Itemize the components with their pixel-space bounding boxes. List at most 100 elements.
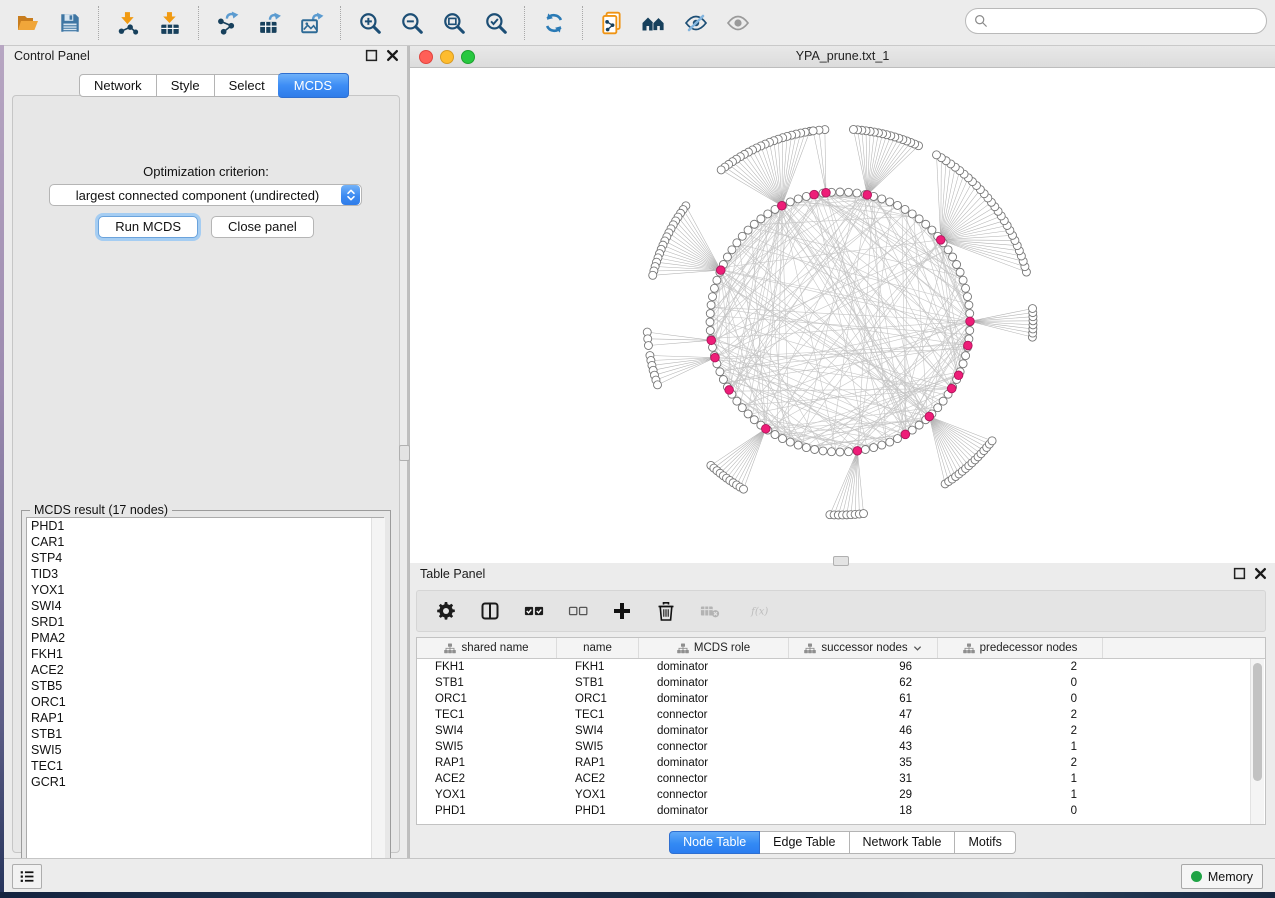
mcds-result-node[interactable]: GCR1 [27,774,383,790]
tab-edge-table[interactable]: Edge Table [760,831,849,854]
show-annotations-icon[interactable] [725,10,751,36]
mcds-result-list[interactable]: PHD1CAR1STP4TID3YOX1SWI4SRD1PMA2FKH1ACE2… [26,517,384,873]
table-cell: ORC1 [557,693,639,705]
mcds-result-node[interactable]: PHD1 [27,518,383,534]
export-table-icon[interactable] [257,10,283,36]
node-table[interactable]: shared namenameMCDS rolesuccessor nodesp… [416,637,1266,825]
float-panel-icon[interactable] [1233,567,1246,580]
column-header-predecessor-nodes[interactable]: predecessor nodes [938,638,1103,658]
column-header-name[interactable]: name [557,638,639,658]
add-column-icon[interactable] [611,600,633,622]
table-row[interactable]: YOX1YOX1connector291 [417,787,1265,803]
mcds-result-node[interactable]: SWI4 [27,598,383,614]
homes-icon[interactable] [641,10,667,36]
mcds-result-node[interactable]: CAR1 [27,534,383,550]
run-mcds-button[interactable]: Run MCDS [98,216,198,238]
mcds-result-node[interactable]: TEC1 [27,758,383,774]
table-scrollbar-thumb[interactable] [1253,663,1262,781]
vertical-splitter-handle[interactable] [399,445,410,461]
select-all-icon[interactable] [523,600,545,622]
search-box[interactable] [965,8,1267,34]
mcds-result-node[interactable]: YOX1 [27,582,383,598]
delete-column-icon[interactable] [655,600,677,622]
table-row[interactable]: TEC1TEC1connector472 [417,707,1265,723]
tab-motifs[interactable]: Motifs [955,831,1015,854]
export-image-icon[interactable] [299,10,325,36]
float-panel-icon[interactable] [365,49,378,62]
table-panel: Table Panel f(x) shared namenameMCDS rol… [409,563,1275,858]
mcds-result-node[interactable]: TID3 [27,566,383,582]
save-session-icon[interactable] [57,10,83,36]
tab-network-table[interactable]: Network Table [850,831,956,854]
table-cell: FKH1 [557,661,639,673]
table-cell: ACE2 [557,773,639,785]
mcds-result-node[interactable]: PMA2 [27,630,383,646]
tab-node-table[interactable]: Node Table [669,831,760,854]
search-icon [974,14,988,28]
tab-style[interactable]: Style [157,74,215,97]
toolbar-group [526,10,582,36]
zoom-selected-icon[interactable] [483,10,509,36]
export-network-icon[interactable] [215,10,241,36]
close-panel-icon[interactable] [386,49,399,62]
column-visibility-icon[interactable] [479,600,501,622]
mcds-result-node[interactable]: ORC1 [27,694,383,710]
table-cell: 43 [789,741,938,753]
table-row[interactable]: FKH1FKH1dominator962 [417,659,1265,675]
search-input[interactable] [993,10,1266,32]
mcds-result-node[interactable]: SRD1 [27,614,383,630]
memory-button[interactable]: Memory [1181,864,1263,889]
mcds-result-node[interactable]: STB5 [27,678,383,694]
column-header-shared-name[interactable]: shared name [417,638,557,658]
table-row[interactable]: PHD1PHD1dominator180 [417,803,1265,819]
tab-mcds[interactable]: MCDS [278,73,349,98]
mcds-result-node[interactable]: FKH1 [27,646,383,662]
table-row[interactable]: ACE2ACE2connector311 [417,771,1265,787]
column-header-successor-nodes[interactable]: successor nodes [789,638,938,658]
table-row[interactable]: STB1STB1dominator620 [417,675,1265,691]
table-scrollbar[interactable] [1250,659,1264,824]
select-stepper-icon [341,185,360,205]
zoom-out-icon[interactable] [399,10,425,36]
table-cell: 47 [789,709,938,721]
status-bar: Memory [0,858,1275,893]
table-cell: connector [639,773,789,785]
column-header-MCDS-role[interactable]: MCDS role [639,638,789,658]
mcds-list-scrollbar[interactable] [371,518,385,872]
refresh-icon[interactable] [541,10,567,36]
mcds-result-node[interactable]: STP4 [27,550,383,566]
table-row[interactable]: SWI5SWI5connector431 [417,739,1265,755]
tab-network[interactable]: Network [79,74,157,97]
mcds-result-node[interactable]: ACE2 [27,662,383,678]
table-row[interactable]: ORC1ORC1dominator610 [417,691,1265,707]
close-panel-button[interactable]: Close panel [211,216,314,238]
toolbar-group [200,10,340,36]
control-panel-tabs: NetworkStyleSelectMCDS [79,74,347,95]
mcds-result-node[interactable]: SWI5 [27,742,383,758]
table-row[interactable]: SWI4SWI4dominator462 [417,723,1265,739]
mcds-result-node[interactable]: RAP1 [27,710,383,726]
network-canvas[interactable] [410,68,1275,563]
horizontal-splitter-handle[interactable] [833,556,849,566]
import-table-icon[interactable] [157,10,183,36]
zoom-fit-icon[interactable] [441,10,467,36]
close-panel-icon[interactable] [1254,567,1267,580]
deselect-all-icon[interactable] [567,600,589,622]
control-panel: Control Panel NetworkStyleSelectMCDS Opt… [4,45,407,858]
hide-annotations-icon[interactable] [683,10,709,36]
mcds-tab-content: Optimization criterion: largest connecte… [12,95,400,853]
table-toolbar: f(x) [416,590,1266,632]
network-file-icon[interactable] [599,10,625,36]
table-row[interactable]: RAP1RAP1dominator352 [417,755,1265,771]
mcds-result-node[interactable]: STB1 [27,726,383,742]
tab-select[interactable]: Select [215,74,280,97]
open-session-icon[interactable] [15,10,41,36]
task-history-button[interactable] [12,864,42,889]
gear-icon[interactable] [435,600,457,622]
optimization-criterion-select[interactable]: largest connected component (undirected) [49,184,362,206]
zoom-in-icon[interactable] [357,10,383,36]
network-window-titlebar[interactable]: YPA_prune.txt_1 [410,45,1275,68]
control-panel-header: Control Panel [4,45,407,69]
network-graph[interactable] [410,68,1275,563]
import-network-icon[interactable] [115,10,141,36]
